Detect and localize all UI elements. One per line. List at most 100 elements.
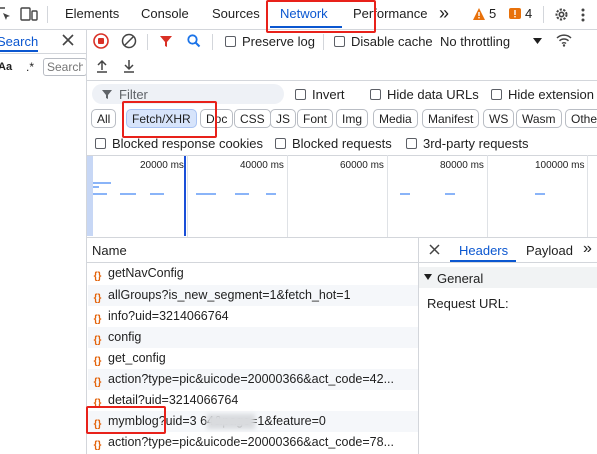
details-tab-divider (419, 262, 597, 263)
list-item[interactable]: {} action?type=pic&uicode=20000366&act_co… (88, 432, 418, 453)
toolbar-separator-3 (323, 34, 324, 50)
search-tab-indicator (0, 50, 38, 52)
toolbar-separator (147, 34, 148, 50)
regex-toggle[interactable]: .* (26, 60, 34, 74)
filter-icon (100, 87, 113, 100)
list-item[interactable]: {} config (88, 327, 418, 348)
tab-elements[interactable]: Elements (65, 0, 119, 29)
list-item[interactable]: {} info?uid=3214066764 (88, 306, 418, 327)
request-name: get_config (108, 351, 166, 365)
hide-data-urls-checkbox[interactable] (370, 89, 381, 100)
timeline-selection-left[interactable] (87, 156, 93, 236)
collapse-triangle-icon[interactable] (424, 273, 432, 281)
chip-img[interactable]: Img (336, 109, 369, 128)
close-search-icon[interactable] (61, 33, 75, 47)
hide-data-urls-label: Hide data URLs (387, 87, 479, 102)
blocked-requests-checkbox[interactable] (275, 138, 286, 149)
timeline-request-bar (150, 193, 164, 195)
timeline-request-bar (400, 193, 410, 195)
name-column-header[interactable]: Name (92, 243, 127, 258)
chip-css[interactable]: CSS (234, 109, 271, 128)
chip-media[interactable]: Media (373, 109, 418, 128)
xhr-icon: {} (93, 293, 102, 304)
toolbar-bottom-divider (87, 80, 597, 81)
match-case-toggle[interactable]: Aa (0, 61, 12, 73)
search-input[interactable] (43, 58, 87, 76)
timeline-tick-label: 40000 ms (240, 160, 284, 171)
redacted-uid-blur (207, 414, 255, 429)
record-stop-icon[interactable] (93, 33, 109, 49)
search-panel-title: Search (0, 34, 39, 49)
more-details-tabs[interactable]: » (583, 240, 592, 258)
issues-icon[interactable] (508, 7, 522, 21)
timeline-request-bar (93, 193, 107, 195)
chip-all[interactable]: All (91, 109, 117, 128)
toolbar-separator-2 (212, 34, 213, 50)
more-tabs-button[interactable]: » (439, 0, 449, 29)
import-har-icon[interactable] (95, 58, 109, 74)
preserve-log-checkbox[interactable] (225, 36, 236, 47)
xhr-icon: {} (93, 335, 102, 346)
more-options-icon[interactable] (578, 6, 588, 23)
timeline-tick-label: 60000 ms (340, 160, 384, 171)
left-panel-border (86, 30, 87, 454)
list-item[interactable]: {} get_config (88, 348, 418, 369)
inspect-element-icon[interactable] (0, 6, 12, 22)
third-party-requests-label: 3rd-party requests (423, 136, 529, 151)
clear-log-icon[interactable] (121, 33, 137, 49)
timeline-tick-label: 80000 ms (440, 160, 484, 171)
timeline-grid-line (387, 155, 388, 237)
tab-sources[interactable]: Sources (212, 0, 260, 29)
filter-funnel-icon[interactable] (158, 33, 174, 49)
tab-payload[interactable]: Payload (526, 243, 573, 258)
throttling-select[interactable]: No throttling (440, 34, 510, 49)
timeline-request-bar (266, 193, 276, 195)
tab-headers[interactable]: Headers (459, 243, 508, 258)
request-name: detail?uid=3214066764 (108, 393, 239, 407)
chip-manifest[interactable]: Manifest (422, 109, 480, 128)
timeline-grid-line (587, 155, 588, 237)
highlight-mymblog-request (86, 406, 166, 434)
issues-count[interactable]: 4 (525, 0, 532, 29)
disable-cache-label: Disable cache (351, 34, 433, 49)
dropdown-caret-icon[interactable] (532, 36, 542, 46)
timeline-request-bar (93, 186, 99, 188)
chip-ws[interactable]: WS (483, 109, 515, 128)
blocked-response-cookies-checkbox[interactable] (95, 138, 106, 149)
close-details-icon[interactable] (428, 243, 441, 256)
search-panel-divider (0, 53, 86, 54)
warning-icon[interactable] (472, 7, 486, 21)
export-har-icon[interactable] (122, 58, 136, 74)
invert-checkbox[interactable] (295, 89, 306, 100)
tab-console[interactable]: Console (141, 0, 189, 29)
list-item[interactable]: {} allGroups?is_new_segment=1&fetch_hot=1 (88, 285, 418, 306)
invert-label: Invert (312, 87, 345, 102)
search-icon[interactable] (186, 33, 202, 49)
third-party-requests-checkbox[interactable] (406, 138, 417, 149)
list-item[interactable]: {} action?type=pic&uicode=20000366&act_co… (88, 369, 418, 390)
timeline-bottom-divider (87, 237, 597, 238)
settings-gear-icon[interactable] (553, 6, 570, 23)
timeline-tick-label: 100000 ms (535, 160, 585, 171)
xhr-icon: {} (93, 377, 102, 388)
general-section-title: General (437, 271, 484, 286)
highlight-fetch-xhr (122, 101, 217, 138)
xhr-icon: {} (93, 271, 102, 282)
timeline-request-bar (120, 193, 136, 195)
list-item[interactable]: {} getNavConfig (88, 263, 418, 284)
chip-js[interactable]: JS (270, 109, 297, 128)
timeline-tick-label: 20000 ms (140, 160, 184, 171)
chip-other[interactable]: Other (565, 109, 597, 128)
request-name: allGroups?is_new_segment=1&fetch_hot=1 (108, 288, 351, 302)
warning-count[interactable]: 5 (489, 0, 496, 29)
blocked-response-cookies-label: Blocked response cookies (112, 136, 264, 151)
timeline-grid-line (487, 155, 488, 237)
chip-wasm[interactable]: Wasm (516, 109, 562, 128)
chip-font[interactable]: Font (297, 109, 334, 128)
network-conditions-wifi-icon[interactable] (555, 32, 573, 48)
timeline-dom-content-loaded-marker (184, 156, 186, 236)
hide-extension-checkbox[interactable] (491, 89, 502, 100)
timeline-request-bar (235, 193, 249, 195)
disable-cache-checkbox[interactable] (334, 36, 345, 47)
device-toolbar-icon[interactable] (20, 6, 38, 22)
